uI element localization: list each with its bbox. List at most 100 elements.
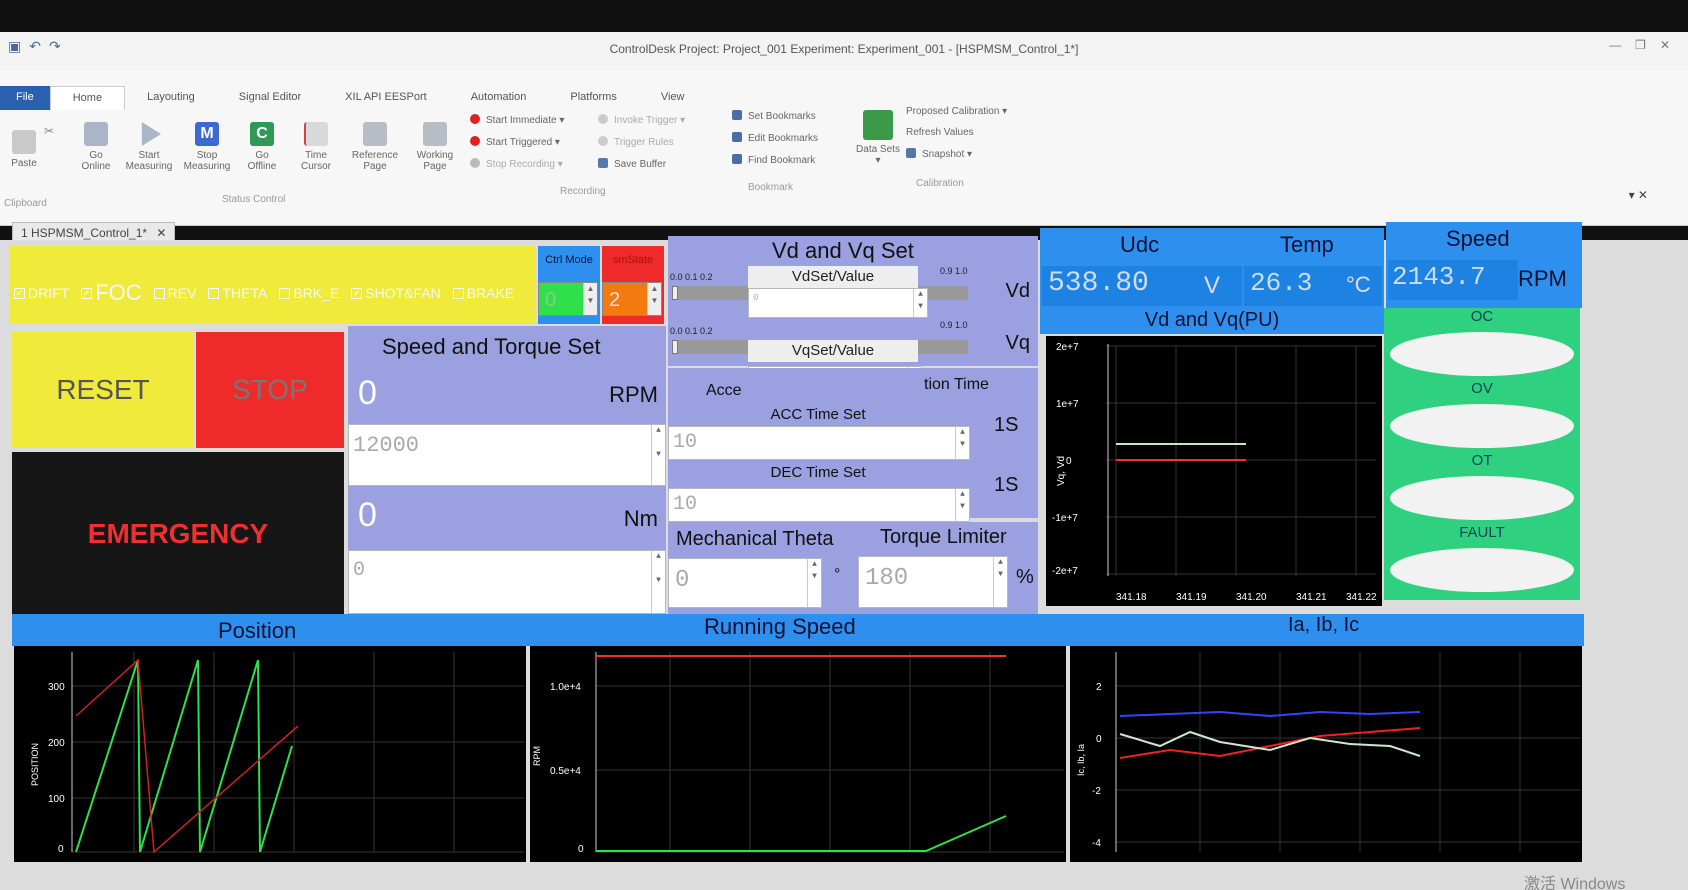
torque-limiter-input[interactable]: 180 ▲ ▼ <box>858 556 1008 608</box>
tab-view[interactable]: View <box>639 86 707 110</box>
window-titlebar: ▣ ↶ ↷ ControlDesk Project: Project_001 E… <box>0 32 1688 66</box>
spin-arrows-icon[interactable]: ▲▼ <box>651 425 665 485</box>
plot-xtick: 341.19 <box>1176 592 1207 603</box>
tab-signal-editor[interactable]: Signal Editor <box>217 86 323 110</box>
edit-bookmark-icon <box>732 132 742 142</box>
spin-arrows-icon[interactable]: ▲▼ <box>955 489 969 521</box>
temp-label: Temp <box>1280 232 1334 257</box>
emergency-button[interactable]: EMERGENCY <box>12 452 344 616</box>
working-page-button[interactable]: Working Page <box>410 122 460 172</box>
tab-xil-api[interactable]: XIL API EESPort <box>323 86 449 110</box>
tab-platforms[interactable]: Platforms <box>548 86 638 110</box>
spin-arrows-icon[interactable]: ▲▼ <box>913 289 927 317</box>
dec-input[interactable]: 10 ▲ ▼ <box>668 488 970 522</box>
checkbox-foc[interactable]: ✓ FOC <box>81 280 142 306</box>
series-position-ref-line <box>75 658 299 854</box>
checkbox-rev[interactable]: REV <box>153 280 196 306</box>
mech-theta-input[interactable]: 0 ▲ ▼ <box>668 558 822 608</box>
fault-panel: OC OV OT FAULT <box>1384 308 1580 600</box>
speed-plot[interactable]: 1.0e+4 0.5e+4 0 RPM <box>530 646 1066 862</box>
acc-title: ACC Time Set <box>770 406 866 423</box>
led-ov <box>1390 404 1574 448</box>
data-sets-button[interactable]: Data Sets ▾ <box>856 110 900 166</box>
start-triggered-button[interactable]: Start Triggered ▾ <box>470 136 564 148</box>
spin-arrows-icon[interactable]: ▲▼ <box>807 559 821 607</box>
paste-icon <box>12 130 36 154</box>
plot-ytick: 200 <box>48 738 65 749</box>
proposed-calibration-button[interactable]: Proposed Calibration ▾ <box>906 106 1007 117</box>
sm-state-input[interactable]: 2 ▲ ▼ <box>602 282 662 316</box>
spin-arrows-icon[interactable]: ▲▼ <box>651 551 665 613</box>
speed-plot-svg: 1.0e+4 0.5e+4 0 RPM <box>532 652 1064 855</box>
cut-icon[interactable]: ✂ <box>44 124 54 138</box>
acc-input[interactable]: 10 ▲ ▼ <box>668 426 970 460</box>
speed-value: 0 <box>358 374 377 412</box>
position-plot[interactable]: 300 200 100 0 POSITION <box>14 646 526 862</box>
reference-page-icon <box>363 122 387 146</box>
checkbox-shot-fan[interactable]: ✓ SHOT&FAN <box>351 280 441 306</box>
tab-automation[interactable]: Automation <box>449 86 549 110</box>
spin-arrows-icon[interactable]: ▲▼ <box>647 283 661 315</box>
tab-layouting[interactable]: Layouting <box>125 86 217 110</box>
snapshot-button[interactable]: Snapshot ▾ <box>906 148 1007 160</box>
sm-state-panel: smState 2 ▲ ▼ <box>602 246 664 324</box>
vq-header: VqSet/Value <box>748 340 918 362</box>
refresh-values-button[interactable]: Refresh Values <box>906 127 1007 138</box>
checkbox-brk-e[interactable]: BRK_E <box>279 280 339 306</box>
vdvq-set-panel: Vd and Vq Set 0.0 0.1 0.2 0.9 1.0 VdSet/… <box>668 236 1038 366</box>
close-tab-icon[interactable]: ✕ <box>156 226 166 240</box>
close-document-icon[interactable]: ▾ ✕ <box>1629 188 1648 202</box>
stop-button[interactable]: STOP <box>196 332 344 448</box>
theta-torque-panel: Mechanical Theta Torque Limiter 0 ▲ ▼ ° 1… <box>668 522 1038 616</box>
checkbox-box: ✓ <box>351 287 363 299</box>
plot-ytick: 100 <box>48 794 65 805</box>
spin-arrows-icon[interactable]: ▲▼ <box>583 283 597 315</box>
trigger-rules-button[interactable]: Trigger Rules <box>598 136 685 148</box>
paste-button[interactable]: Paste <box>4 130 44 169</box>
ctrl-mode-input[interactable]: 0 ▲ ▼ <box>538 282 598 316</box>
window-controls: — ❐ ✕ <box>1609 38 1670 52</box>
fault-label-ot: OT <box>1471 452 1493 469</box>
start-immediate-button[interactable]: Start Immediate ▾ <box>470 114 564 126</box>
torque-input[interactable]: 0 ▲ ▼ <box>348 550 666 614</box>
spin-arrows-icon[interactable]: ▲▼ <box>993 557 1007 607</box>
restore-icon[interactable]: ❐ <box>1635 38 1646 52</box>
find-bookmark-button[interactable]: Find Bookmark <box>732 154 818 166</box>
working-page-icon <box>423 122 447 146</box>
checkbox-theta[interactable]: THETA <box>208 280 267 306</box>
slider-handle[interactable] <box>672 340 678 354</box>
minimize-icon[interactable]: — <box>1609 38 1621 52</box>
tab-file[interactable]: File <box>0 86 50 110</box>
save-buffer-button[interactable]: Save Buffer <box>598 158 685 170</box>
reset-button[interactable]: RESET <box>12 332 194 448</box>
time-cursor-button[interactable]: Time Cursor <box>292 122 340 172</box>
time-cursor-icon <box>304 122 328 146</box>
tab-home[interactable]: Home <box>49 86 126 110</box>
speed-input[interactable]: 12000 ▲ ▼ <box>348 424 666 486</box>
measure-m-icon: M <box>195 122 219 146</box>
set-bookmarks-button[interactable]: Set Bookmarks <box>732 110 818 122</box>
stop-measuring-button[interactable]: M Stop Measuring <box>182 122 232 172</box>
plot-xtick: 341.22 <box>1346 592 1377 603</box>
checkbox-drift[interactable]: ✓ DRIFT <box>14 280 69 306</box>
go-offline-button[interactable]: C Go Offline <box>240 122 284 172</box>
plot-xtick: 341.21 <box>1296 592 1327 603</box>
spin-arrows-icon[interactable]: ▲▼ <box>955 427 969 459</box>
vd-label: Vd <box>1005 280 1030 302</box>
checkbox-brake[interactable]: BRAKE <box>452 280 514 306</box>
go-online-button[interactable]: Go Online <box>76 122 116 172</box>
vdvq-plot[interactable]: 2e+7 1e+7 0 -1e+7 -2e+7 Vq, Vd 341.18 34… <box>1046 336 1382 606</box>
slider-handle[interactable] <box>672 286 678 300</box>
currents-plot[interactable]: 2 0 -2 -4 Ic, Ib, Ia <box>1070 646 1582 862</box>
position-plot-title: Position <box>218 618 297 643</box>
start-measuring-button[interactable]: Start Measuring <box>124 122 174 172</box>
edit-bookmarks-button[interactable]: Edit Bookmarks <box>732 132 818 144</box>
reference-page-button[interactable]: Reference Page <box>348 122 402 172</box>
invoke-trigger-button[interactable]: Invoke Trigger ▾ <box>598 114 685 126</box>
stop-recording-button[interactable]: Stop Recording ▾ <box>470 158 564 170</box>
save-buffer-icon <box>598 158 608 168</box>
close-icon[interactable]: ✕ <box>1660 38 1670 52</box>
udc-label: Udc <box>1120 232 1160 257</box>
vd-input[interactable]: 0 ▲ ▼ <box>748 288 928 318</box>
plot-ytick: 2e+7 <box>1056 342 1079 353</box>
